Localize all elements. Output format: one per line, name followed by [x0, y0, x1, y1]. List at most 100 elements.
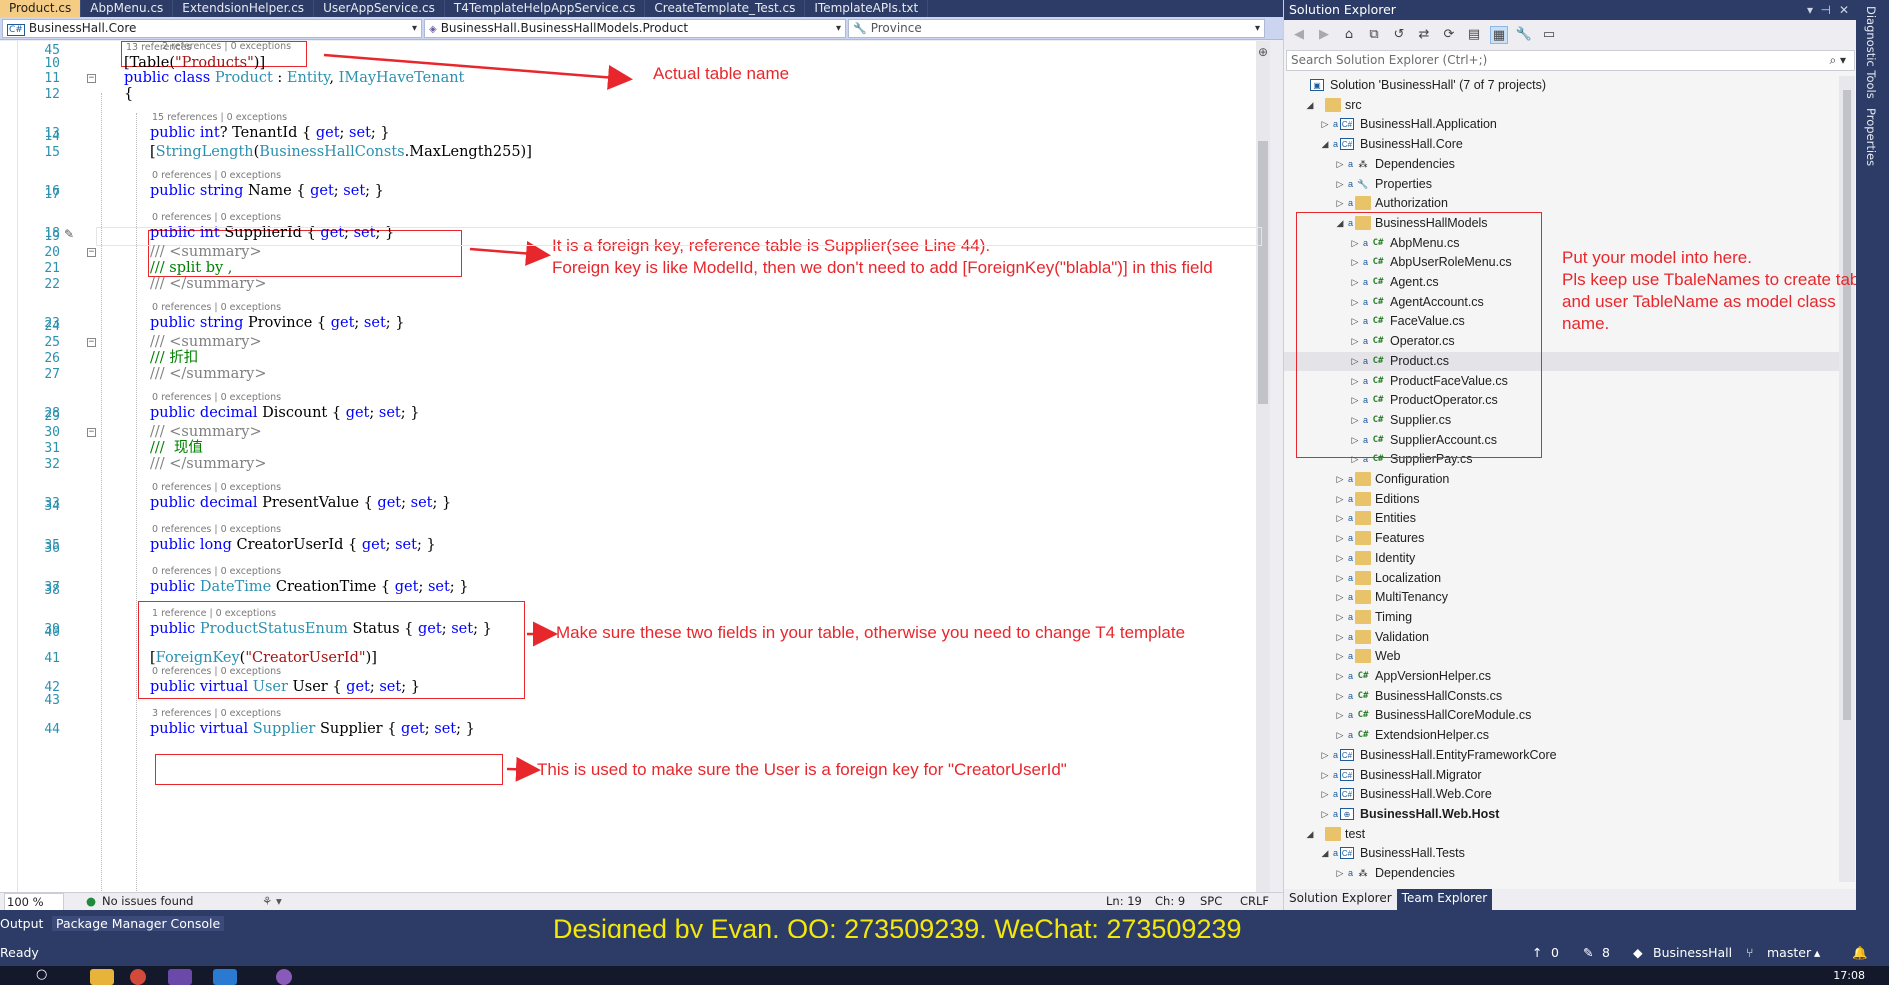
sync-icon[interactable]: ⇄: [1415, 26, 1433, 44]
tree-item[interactable]: ▷ a Entities: [1284, 509, 1839, 528]
tree-item[interactable]: ▷ a ⊕ BusinessHall.Web.Host: [1284, 805, 1839, 824]
issues-label[interactable]: No issues found: [102, 893, 193, 909]
code-line[interactable]: 36: [0, 539, 1262, 558]
collapse-icon[interactable]: −: [87, 338, 96, 347]
tree-item[interactable]: ◢ a C# BusinessHall.Tests: [1284, 844, 1839, 863]
refresh-icon[interactable]: ⟳: [1440, 26, 1458, 44]
solution-scrollbar-thumb[interactable]: [1843, 90, 1851, 720]
tab-itemplateapis-txt[interactable]: ITemplateAPIs.txt: [805, 0, 929, 17]
member-dropdown[interactable]: 🔧 Province ▾: [848, 18, 1265, 38]
file-explorer-icon[interactable]: [90, 969, 114, 985]
tree-item[interactable]: ▷ a Timing: [1284, 608, 1839, 627]
unpublished-count[interactable]: 0: [1551, 945, 1559, 960]
code-line[interactable]: 44 public virtual Supplier Supplier { get…: [0, 720, 1262, 739]
tab-diagnostic-tools[interactable]: Diagnostic Tools: [1864, 6, 1878, 99]
expand-icon[interactable]: ▷: [1335, 155, 1345, 174]
tree-item[interactable]: ▷ a MultiTenancy: [1284, 588, 1839, 607]
tree-item[interactable]: ▷ a Configuration: [1284, 470, 1839, 489]
forward-icon[interactable]: ▶: [1315, 26, 1333, 44]
dropdown-icon[interactable]: ▾: [1807, 0, 1813, 20]
codelens-references[interactable]: 0 references | 0 exceptions: [152, 212, 281, 223]
expand-icon[interactable]: ▷: [1335, 569, 1345, 588]
tree-item[interactable]: ▷ a Editions: [1284, 490, 1839, 509]
expand-icon[interactable]: ▷: [1335, 726, 1345, 745]
code-editor[interactable]: ⊕ Actual table name It is a foreign key,…: [0, 41, 1270, 893]
app-icon[interactable]: [276, 969, 292, 985]
repository-name[interactable]: BusinessHall: [1653, 945, 1732, 960]
tab-product-cs[interactable]: Product.cs: [0, 0, 82, 17]
expand-icon[interactable]: ▷: [1335, 549, 1345, 568]
codelens-references[interactable]: 0 references | 0 exceptions: [152, 302, 281, 313]
tree-item[interactable]: ◢ a C# BusinessHall.Core: [1284, 135, 1839, 154]
tab-properties[interactable]: Properties: [1864, 108, 1878, 166]
codelens-references[interactable]: 0 references | 0 exceptions: [152, 392, 281, 403]
code-line[interactable]: 40: [0, 623, 1262, 642]
codelens-references[interactable]: 1 reference | 0 exceptions: [152, 608, 276, 619]
expand-icon[interactable]: ▷: [1335, 687, 1345, 706]
tab-userappservice-cs[interactable]: UserAppService.cs: [314, 0, 445, 17]
codelens-references[interactable]: 3 references | 0 exceptions: [152, 708, 281, 719]
search-icon[interactable]: ⌕ ▾: [1829, 51, 1846, 70]
tree-item[interactable]: ▷ a C# BusinessHall.Migrator: [1284, 766, 1839, 785]
home-icon[interactable]: ⌂: [1340, 26, 1358, 44]
collapse-all-icon[interactable]: ▤: [1465, 26, 1483, 44]
expand-icon[interactable]: ▷: [1335, 706, 1345, 725]
tree-item[interactable]: ▷ a C# BusinessHall.Application: [1284, 115, 1839, 134]
search-icon[interactable]: ○: [36, 967, 47, 982]
tree-item[interactable]: ▷ a ⁂ Dependencies: [1284, 864, 1839, 882]
chevron-up-icon[interactable]: ▴: [1814, 945, 1820, 960]
collapse-icon[interactable]: −: [87, 248, 96, 257]
switch-views-icon[interactable]: ⧉: [1365, 26, 1383, 44]
vscode-icon[interactable]: [213, 969, 237, 985]
expand-icon[interactable]: ▷: [1335, 864, 1345, 882]
show-all-files-icon[interactable]: ▦: [1490, 26, 1508, 44]
expand-icon[interactable]: ▷: [1335, 588, 1345, 607]
close-icon[interactable]: ✕: [1839, 0, 1849, 20]
back-icon[interactable]: ◀: [1290, 26, 1308, 44]
pin-icon[interactable]: ⊣: [1821, 0, 1831, 20]
zoom-level[interactable]: 100 %: [4, 893, 64, 911]
codelens-references[interactable]: 0 references | 0 exceptions: [152, 524, 281, 535]
expand-icon[interactable]: ▷: [1335, 509, 1345, 528]
code-line[interactable]: 22 /// </summary>: [0, 275, 1262, 294]
tree-item[interactable]: ▷ a C# ExtendsionHelper.cs: [1284, 726, 1839, 745]
chrome-icon[interactable]: [130, 969, 146, 985]
properties-icon[interactable]: 🔧: [1515, 26, 1533, 44]
tree-item[interactable]: ▣ Solution 'BusinessHall' (7 of 7 project…: [1284, 76, 1839, 95]
code-line[interactable]: 27 /// </summary>: [0, 365, 1262, 384]
tree-item[interactable]: ▷ a C# BusinessHall.EntityFrameworkCore: [1284, 746, 1839, 765]
tree-item[interactable]: ▷ a 🔧 Properties: [1284, 175, 1839, 194]
collapse-icon[interactable]: −: [87, 428, 96, 437]
project-dropdown[interactable]: C# BusinessHall.Core ▾: [2, 18, 422, 38]
tree-item[interactable]: ◢ test: [1284, 825, 1839, 844]
tab-team-explorer[interactable]: Team Explorer: [1396, 889, 1493, 910]
tree-item[interactable]: ▷ a Features: [1284, 529, 1839, 548]
tab-abpmenu-cs[interactable]: AbpMenu.cs: [81, 0, 174, 17]
codelens-references[interactable]: 0 references | 0 exceptions: [152, 566, 281, 577]
tree-item[interactable]: ▷ a C# BusinessHall.Web.Core: [1284, 785, 1839, 804]
tree-item[interactable]: ◢ src: [1284, 96, 1839, 115]
expand-icon[interactable]: ▷: [1320, 785, 1330, 804]
tab-output[interactable]: Output: [0, 916, 43, 931]
tree-item[interactable]: ▷ a Web: [1284, 647, 1839, 666]
tab-extendsionhelper-cs[interactable]: ExtendsionHelper.cs: [173, 0, 315, 17]
expand-icon[interactable]: ▷: [1335, 529, 1345, 548]
expand-icon[interactable]: ▷: [1335, 175, 1345, 194]
preview-icon[interactable]: ▭: [1540, 26, 1558, 44]
tree-item[interactable]: ▷ a C# BusinessHallCoreModule.cs: [1284, 706, 1839, 725]
expanded-icon[interactable]: ◢: [1305, 96, 1315, 115]
codelens-references[interactable]: 0 references | 0 exceptions: [152, 170, 281, 181]
tab-createtemplate-test-cs[interactable]: CreateTemplate_Test.cs: [645, 0, 806, 17]
tab-solution-explorer[interactable]: Solution Explorer: [1284, 889, 1397, 910]
tree-item[interactable]: ▷ a C# BusinessHallConsts.cs: [1284, 687, 1839, 706]
expand-icon[interactable]: ▷: [1320, 805, 1330, 824]
expand-icon[interactable]: ▷: [1335, 628, 1345, 647]
expanded-icon[interactable]: ◢: [1305, 825, 1315, 844]
codelens-references[interactable]: 15 references | 0 exceptions: [152, 112, 287, 123]
code-line[interactable]: 17: [0, 185, 1262, 204]
tree-item[interactable]: ▷ a C# AppVersionHelper.cs: [1284, 667, 1839, 686]
expand-icon[interactable]: ▷: [1335, 608, 1345, 627]
tree-item[interactable]: ▷ a Localization: [1284, 569, 1839, 588]
tree-item[interactable]: ▷ a Authorization: [1284, 194, 1839, 213]
expanded-icon[interactable]: ◢: [1320, 844, 1330, 863]
